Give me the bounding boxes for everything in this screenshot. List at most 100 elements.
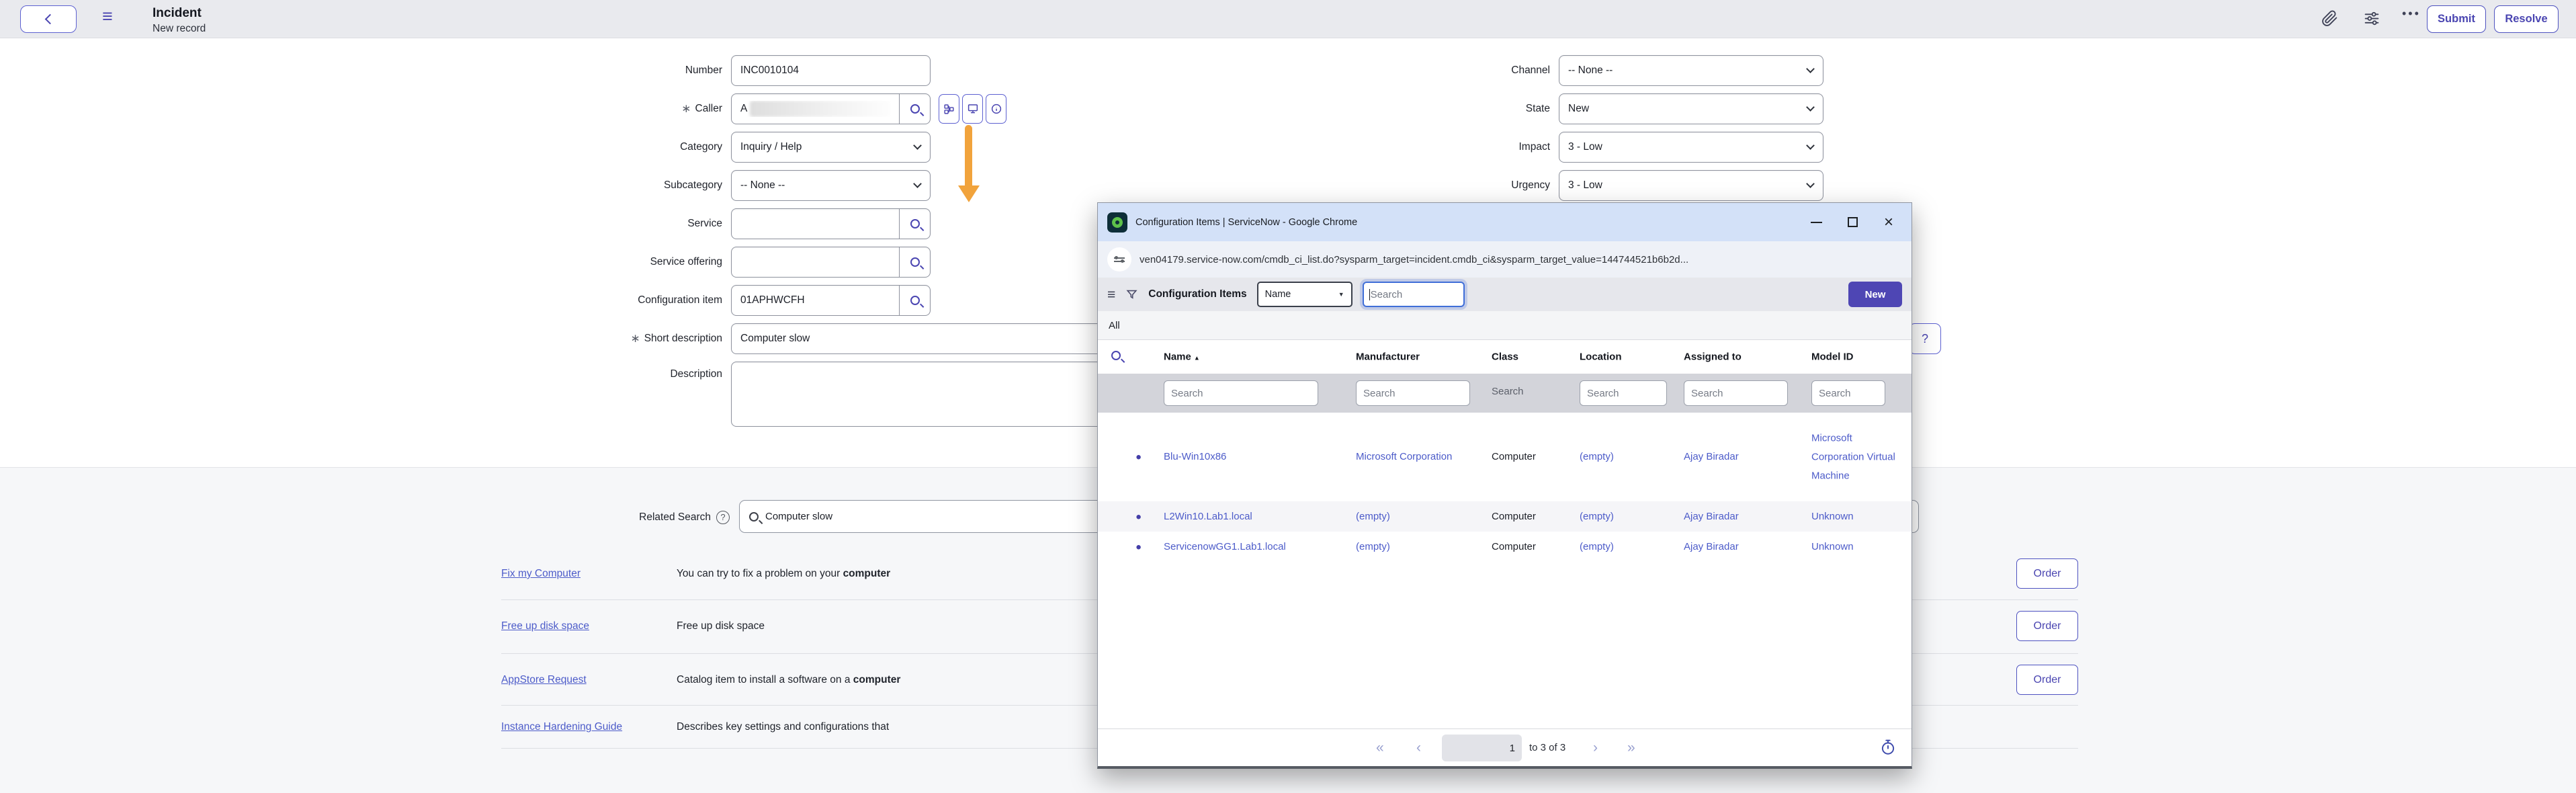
configuration-item-lookup-button[interactable] xyxy=(899,286,930,315)
location-link[interactable]: (empty) xyxy=(1580,538,1662,556)
model-id-link[interactable]: Unknown xyxy=(1811,538,1900,556)
personalize-form-icon[interactable] xyxy=(2363,10,2380,27)
class-value: Computer xyxy=(1492,448,1571,466)
caller-dependency-views-button[interactable] xyxy=(939,94,959,124)
number-input[interactable]: INC0010104 xyxy=(731,55,931,86)
subcategory-select[interactable]: -- None -- xyxy=(731,170,931,201)
related-result-description: Free up disk space xyxy=(677,620,765,632)
model-id-link[interactable]: Unknown xyxy=(1811,507,1900,526)
search-icon[interactable] xyxy=(1111,351,1121,363)
caller-field-row: Caller A xyxy=(731,93,931,124)
back-chevron-icon xyxy=(44,14,55,25)
submit-button[interactable]: Submit xyxy=(2427,5,2486,33)
location-link[interactable]: (empty) xyxy=(1580,507,1662,526)
record-preview-icon[interactable]: ● xyxy=(1135,511,1142,522)
manufacturer-link[interactable]: (empty) xyxy=(1356,507,1480,526)
impact-label: Impact xyxy=(1518,132,1550,163)
related-result-description: Describes key settings and configuration… xyxy=(677,721,889,733)
menu-icon[interactable]: ≡ xyxy=(102,6,113,27)
channel-select[interactable]: -- None -- xyxy=(1559,55,1823,86)
help-icon[interactable]: ? xyxy=(716,511,730,524)
next-page-icon[interactable]: › xyxy=(1593,729,1598,766)
list-toolbar: ≡ Configuration Items Name▼ Search New xyxy=(1098,278,1912,311)
last-page-icon[interactable]: » xyxy=(1627,729,1635,766)
response-time-icon[interactable] xyxy=(1879,739,1897,756)
servicenow-favicon xyxy=(1107,212,1127,233)
current-page-input[interactable]: 1 xyxy=(1442,735,1522,761)
assigned-to-filter-input[interactable] xyxy=(1684,380,1788,406)
caller-lookup-button[interactable] xyxy=(899,94,930,124)
record-preview-icon[interactable]: ● xyxy=(1135,452,1142,463)
column-header-name[interactable]: Name▲ xyxy=(1164,351,1345,363)
location-filter-input[interactable] xyxy=(1580,380,1667,406)
manufacturer-filter-input[interactable] xyxy=(1356,380,1470,406)
new-record-button[interactable]: New xyxy=(1848,282,1902,307)
search-field-select[interactable]: Name▼ xyxy=(1257,282,1353,307)
category-label: Category xyxy=(680,132,722,163)
column-header-location[interactable]: Location xyxy=(1580,351,1662,363)
name-filter-input[interactable] xyxy=(1164,380,1318,406)
previous-page-icon[interactable]: ‹ xyxy=(1416,729,1421,766)
minimize-button[interactable] xyxy=(1803,203,1830,241)
related-result-link[interactable]: Free up disk space xyxy=(501,620,589,632)
browser-url-bar[interactable]: ven04179.service-now.com/cmdb_ci_list.do… xyxy=(1098,241,1912,278)
state-select[interactable]: New xyxy=(1559,93,1823,124)
channel-field-row: Channel -- None -- xyxy=(1559,55,1823,86)
resolve-button[interactable]: Resolve xyxy=(2494,5,2559,33)
column-header-assigned-to[interactable]: Assigned to xyxy=(1684,351,1788,363)
caller-configuration-items-button[interactable] xyxy=(962,94,983,124)
assigned-to-link[interactable]: Ajay Biradar xyxy=(1684,538,1788,556)
window-titlebar[interactable]: Configuration Items | ServiceNow - Googl… xyxy=(1098,203,1912,241)
list-search-input[interactable]: Search xyxy=(1363,282,1465,307)
site-settings-icon[interactable] xyxy=(1107,247,1131,272)
column-header-manufacturer[interactable]: Manufacturer xyxy=(1356,351,1480,363)
caller-info-button[interactable] xyxy=(986,94,1006,124)
related-result-link[interactable]: Instance Hardening Guide xyxy=(501,721,622,733)
configuration-item-input[interactable]: 01APHWCFH xyxy=(731,285,931,316)
first-page-icon[interactable]: « xyxy=(1376,729,1384,766)
number-label: Number xyxy=(685,55,722,86)
impact-select[interactable]: 3 - Low xyxy=(1559,132,1823,163)
subcategory-label: Subcategory xyxy=(664,170,722,201)
configuration-item-field-row: Configuration item 01APHWCFH xyxy=(731,285,931,316)
order-button[interactable]: Order xyxy=(2016,558,2078,589)
category-select[interactable]: Inquiry / Help xyxy=(731,132,931,163)
knowledge-search-button[interactable]: ? xyxy=(1909,323,1941,354)
service-offering-lookup-button[interactable] xyxy=(899,247,930,277)
ci-name-link[interactable]: Blu-Win10x86 xyxy=(1164,448,1345,466)
configuration-items-popup-window: Configuration Items | ServiceNow - Googl… xyxy=(1097,202,1912,769)
ci-name-link[interactable]: L2Win10.Lab1.local xyxy=(1164,507,1345,526)
location-link[interactable]: (empty) xyxy=(1580,448,1662,466)
column-header-model-id[interactable]: Model ID xyxy=(1811,351,1900,363)
assigned-to-link[interactable]: Ajay Biradar xyxy=(1684,448,1788,466)
order-button[interactable]: Order xyxy=(2016,665,2078,695)
manufacturer-link[interactable]: (empty) xyxy=(1356,538,1480,556)
service-lookup-button[interactable] xyxy=(899,209,930,239)
related-result-link[interactable]: Fix my Computer xyxy=(501,568,581,580)
more-options-icon[interactable]: ••• xyxy=(2402,7,2421,21)
maximize-button[interactable] xyxy=(1839,203,1866,241)
model-id-link[interactable]: Microsoft Corporation Virtual Machine xyxy=(1811,429,1900,485)
service-offering-input[interactable] xyxy=(731,247,931,278)
column-header-class[interactable]: Class xyxy=(1492,351,1571,363)
caller-input[interactable]: A xyxy=(731,93,931,124)
filter-icon[interactable] xyxy=(1125,288,1138,301)
ci-name-link[interactable]: ServicenowGG1.Lab1.local xyxy=(1164,538,1345,556)
urgency-select[interactable]: 3 - Low xyxy=(1559,170,1823,201)
related-search-query: Computer slow xyxy=(765,511,832,522)
order-button[interactable]: Order xyxy=(2016,611,2078,641)
related-result-link[interactable]: AppStore Request xyxy=(501,674,587,686)
service-input[interactable] xyxy=(731,208,931,239)
table-row: ● L2Win10.Lab1.local (empty) Computer (e… xyxy=(1098,501,1912,532)
record-preview-icon[interactable]: ● xyxy=(1135,541,1142,552)
back-button[interactable] xyxy=(20,5,77,33)
redacted-caller-value xyxy=(750,101,890,117)
close-button[interactable]: × xyxy=(1875,203,1902,241)
list-menu-icon[interactable]: ≡ xyxy=(1107,288,1115,302)
column-search-row: Search xyxy=(1098,374,1912,413)
breadcrumb-all[interactable]: All xyxy=(1109,320,1120,331)
model-id-filter-input[interactable] xyxy=(1811,380,1885,406)
manufacturer-link[interactable]: Microsoft Corporation xyxy=(1356,448,1480,466)
attachment-icon[interactable] xyxy=(2321,10,2338,27)
assigned-to-link[interactable]: Ajay Biradar xyxy=(1684,507,1788,526)
